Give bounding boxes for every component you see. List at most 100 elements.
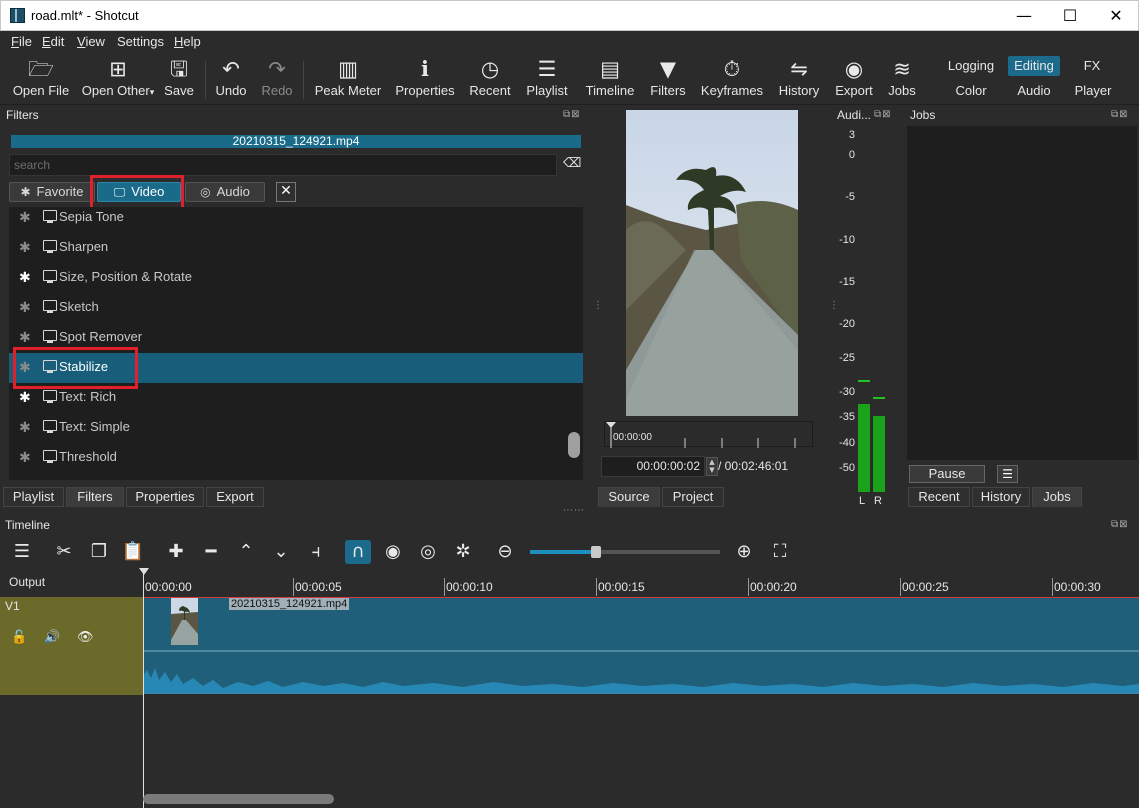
- ripple-all-icon[interactable]: ✲: [450, 540, 476, 564]
- tab-properties[interactable]: Properties: [126, 487, 204, 507]
- keyframes-button[interactable]: ⏱ Keyframes: [698, 53, 766, 105]
- splitter-handle-icon[interactable]: ⋯⋯: [563, 505, 585, 516]
- timecode-spin-icon[interactable]: ▲ ▼: [706, 457, 718, 476]
- v1-track-header[interactable]: [0, 597, 143, 695]
- ripple-icon[interactable]: ◎: [415, 540, 441, 564]
- timeline-button[interactable]: ▤ Timeline: [582, 53, 638, 105]
- tab-export[interactable]: Export: [206, 487, 264, 507]
- layout-audio[interactable]: Audio: [1010, 81, 1058, 101]
- list-item[interactable]: ✱ Text: Simple: [9, 413, 583, 443]
- tab-project[interactable]: Project: [662, 487, 724, 507]
- favorite-star-icon[interactable]: ✱: [19, 450, 31, 466]
- position-timecode-input[interactable]: 00:00:00:02: [601, 456, 705, 477]
- filter-search-input[interactable]: search: [9, 154, 557, 176]
- lift-icon[interactable]: ⌃: [233, 540, 259, 564]
- cut-icon[interactable]: ✂: [51, 540, 77, 564]
- mute-speaker-icon[interactable]: 🔊: [44, 630, 60, 645]
- copy-icon[interactable]: ❐: [86, 540, 112, 564]
- split-icon[interactable]: ⫞: [303, 540, 329, 564]
- jobs-button[interactable]: ≋ Jobs: [884, 53, 920, 105]
- zoom-slider-handle[interactable]: [591, 546, 601, 558]
- lock-icon[interactable]: 🔓: [11, 630, 27, 645]
- redo-button[interactable]: ↷ Redo: [256, 53, 298, 105]
- timeline-dock-controls-icon[interactable]: ⧉⊠: [1111, 519, 1129, 530]
- tab-history[interactable]: History: [972, 487, 1030, 507]
- history-button[interactable]: ⇋ History: [776, 53, 822, 105]
- menu-file[interactable]: File: [11, 34, 32, 49]
- overwrite-icon[interactable]: ⌄: [268, 540, 294, 564]
- zoom-fit-icon[interactable]: ⛶: [767, 540, 793, 564]
- playlist-button[interactable]: ☰ Playlist: [522, 53, 572, 105]
- close-filter-list-icon[interactable]: ✕: [276, 182, 296, 202]
- jobs-dock-controls-icon[interactable]: ⧉⊠: [1111, 109, 1129, 120]
- properties-button[interactable]: ℹ Properties: [394, 53, 456, 105]
- tab-jobs[interactable]: Jobs: [1032, 487, 1082, 507]
- clear-search-icon[interactable]: ⌫: [563, 156, 581, 172]
- save-button[interactable]: 🖫 Save: [158, 53, 200, 105]
- menu-view[interactable]: View: [77, 34, 105, 49]
- zoom-out-icon[interactable]: ⊖: [492, 540, 518, 564]
- layout-fx[interactable]: FX: [1072, 56, 1112, 76]
- favorite-star-icon[interactable]: ✱: [19, 300, 31, 316]
- peak-meter-button[interactable]: ▥ Peak Meter: [312, 53, 384, 105]
- tab-source[interactable]: Source: [598, 487, 660, 507]
- maximize-button[interactable]: ☐: [1047, 1, 1093, 31]
- open-file-button[interactable]: 🗁 Open File: [6, 53, 76, 105]
- list-item[interactable]: ✱ Size, Position & Rotate: [9, 263, 583, 293]
- clip-name-label: 20210315_124921.mp4: [229, 598, 350, 610]
- menu-help[interactable]: Help: [174, 34, 201, 49]
- favorite-star-icon[interactable]: ✱: [19, 210, 31, 226]
- folder-icon: 🗁: [27, 57, 55, 81]
- menu-settings[interactable]: Settings: [117, 34, 164, 49]
- snap-magnet-icon[interactable]: ∩: [345, 540, 371, 564]
- zoom-in-icon[interactable]: ⊕: [731, 540, 757, 564]
- playhead[interactable]: [143, 569, 144, 808]
- favorite-filter-tab[interactable]: ✱ Favorite: [9, 182, 95, 202]
- splitter-handle-icon[interactable]: ⋮: [829, 300, 840, 311]
- undo-button[interactable]: ↶ Undo: [210, 53, 252, 105]
- splitter-handle-icon[interactable]: ⋮: [593, 300, 604, 311]
- scrub-eye-icon[interactable]: ◉: [380, 540, 406, 564]
- timeline-clip[interactable]: [143, 597, 1139, 694]
- jobs-menu-icon[interactable]: ☰: [997, 465, 1018, 483]
- open-other-button[interactable]: ⊞ Open Other▾: [80, 53, 156, 105]
- favorite-star-icon[interactable]: ✱: [19, 270, 31, 286]
- list-item[interactable]: ✱ Sketch: [9, 293, 583, 323]
- close-button[interactable]: ✕: [1093, 1, 1139, 31]
- main-toolbar: 🗁 Open File ⊞ Open Other▾ 🖫 Save ↶ Undo ↷ Red…: [0, 53, 1139, 105]
- visibility-eye-icon[interactable]: 👁: [77, 630, 94, 645]
- favorite-star-icon[interactable]: ✱: [19, 330, 31, 346]
- list-item[interactable]: ✱ Threshold: [9, 443, 583, 473]
- list-item[interactable]: ✱ Sepia Tone: [9, 207, 583, 233]
- layout-editing[interactable]: Editing: [1008, 56, 1060, 76]
- favorite-star-icon[interactable]: ✱: [19, 420, 31, 436]
- layout-color[interactable]: Color: [948, 81, 994, 101]
- filters-button[interactable]: ▼ Filters: [646, 53, 690, 105]
- ripple-delete-icon[interactable]: ━: [198, 540, 224, 564]
- favorite-star-icon[interactable]: ✱: [19, 240, 31, 256]
- filters-dock-controls-icon[interactable]: ⧉⊠: [563, 109, 581, 120]
- ruler-label: 00:00:20: [750, 580, 797, 594]
- pause-button[interactable]: Pause: [909, 465, 985, 483]
- audio-dock-controls-icon[interactable]: ⧉⊠: [874, 109, 892, 120]
- export-button[interactable]: ◉ Export: [832, 53, 876, 105]
- minimize-button[interactable]: —: [1001, 1, 1047, 31]
- layout-player[interactable]: Player: [1068, 81, 1118, 101]
- list-item[interactable]: ✱ Sharpen: [9, 233, 583, 263]
- tab-filters[interactable]: Filters: [66, 487, 124, 507]
- layout-logging[interactable]: Logging: [944, 56, 998, 76]
- favorite-star-icon[interactable]: ✱: [19, 390, 31, 406]
- timeline-empty-area[interactable]: [143, 695, 1139, 808]
- paste-icon[interactable]: 📋: [120, 540, 146, 564]
- timeline-menu-icon[interactable]: ☰: [9, 540, 35, 564]
- playhead-marker[interactable]: [139, 568, 149, 575]
- recent-button[interactable]: ◷ Recent: [466, 53, 514, 105]
- menu-edit[interactable]: Edit: [42, 34, 64, 49]
- append-icon[interactable]: ✚: [163, 540, 189, 564]
- tab-recent[interactable]: Recent: [908, 487, 970, 507]
- audio-filter-tab[interactable]: ◎ Audio: [185, 182, 265, 202]
- tab-playlist[interactable]: Playlist: [3, 487, 64, 507]
- timeline-horizontal-scrollbar[interactable]: [143, 794, 334, 804]
- jobs-stack-icon: ≋: [893, 57, 911, 81]
- filter-list-scrollbar[interactable]: [568, 432, 580, 458]
